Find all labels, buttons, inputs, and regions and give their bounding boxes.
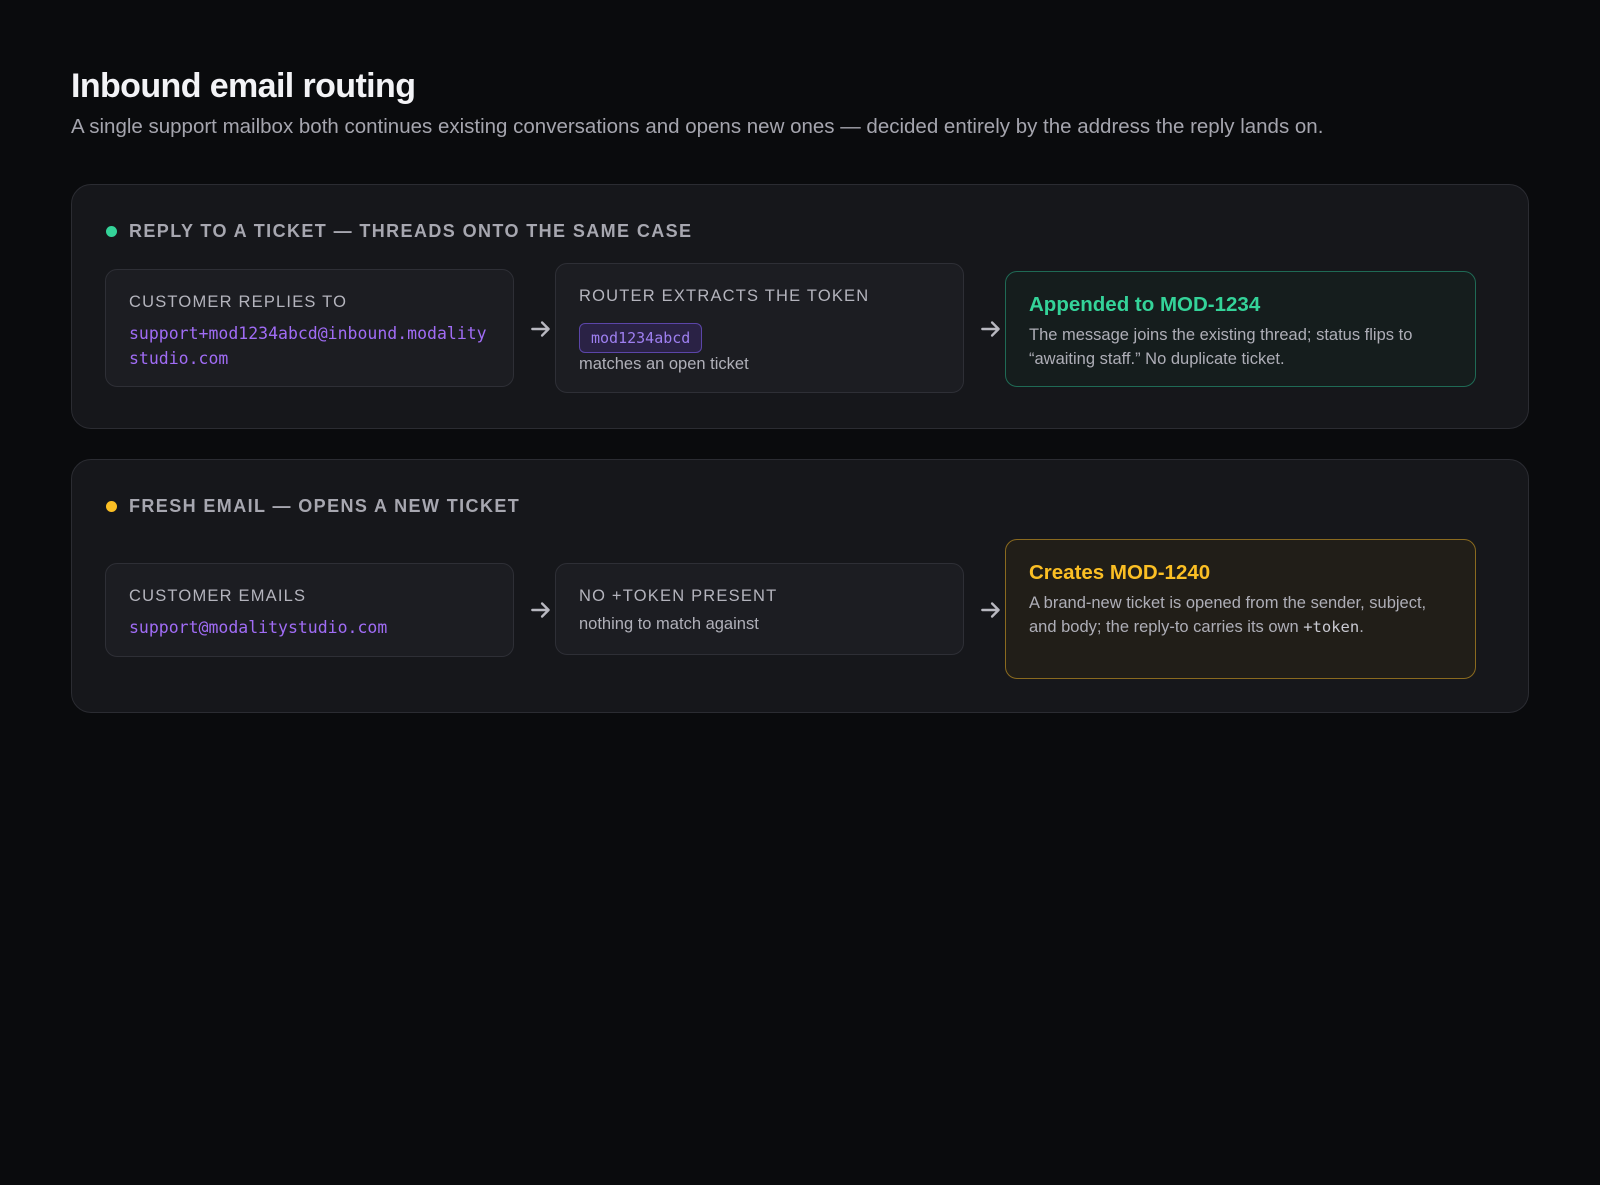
arrow-right-icon <box>981 602 1000 618</box>
result-title: Appended to MOD-1234 <box>1029 293 1261 316</box>
step-label: CUSTOMER REPLIES TO <box>129 293 348 311</box>
flow-panel-reply: REPLY TO A TICKET — THREADS ONTO THE SAM… <box>71 184 1529 429</box>
step-note: nothing to match against <box>579 615 759 633</box>
token-code: +token <box>1303 617 1360 636</box>
arrow-right-icon <box>531 321 550 337</box>
step-card-router: ROUTER EXTRACTS THE TOKEN mod1234abcd ma… <box>555 263 964 393</box>
arrow-right-icon <box>981 321 1000 337</box>
flow-header: FRESH EMAIL — OPENS A NEW TICKET <box>106 496 520 517</box>
result-title: Creates MOD-1240 <box>1029 561 1211 584</box>
result-description: The message joins the existing thread; s… <box>1029 326 1413 368</box>
result-description: A brand-new ticket is opened from the se… <box>1029 592 1452 639</box>
status-dot-icon <box>106 226 117 237</box>
page-subtitle: A single support mailbox both continues … <box>71 115 1324 138</box>
status-dot-icon <box>106 501 117 512</box>
step-note: matches an open ticket <box>579 355 749 373</box>
result-card-created: Creates MOD-1240 A brand-new ticket is o… <box>1005 539 1476 679</box>
flow-panel-fresh: FRESH EMAIL — OPENS A NEW TICKET CUSTOME… <box>71 459 1529 713</box>
step-card-router: NO +TOKEN PRESENT nothing to match again… <box>555 563 964 655</box>
email-address: support@modalitystudio.com <box>129 618 388 637</box>
token-chip: mod1234abcd <box>579 323 703 353</box>
step-card-recipient: CUSTOMER EMAILS support@modalitystudio.c… <box>105 563 514 657</box>
flow-title: FRESH EMAIL — OPENS A NEW TICKET <box>129 496 521 516</box>
step-card-recipient: CUSTOMER REPLIES TO support+mod1234abcd@… <box>105 269 514 387</box>
flow-title: REPLY TO A TICKET — THREADS ONTO THE SAM… <box>129 221 693 241</box>
result-card-appended: Appended to MOD-1234 The message joins t… <box>1005 271 1476 387</box>
page-title: Inbound email routing <box>71 67 416 105</box>
arrow-right-icon <box>531 602 550 618</box>
step-label: NO +TOKEN PRESENT <box>579 587 778 605</box>
step-label: CUSTOMER EMAILS <box>129 587 307 605</box>
step-label: ROUTER EXTRACTS THE TOKEN <box>579 287 870 305</box>
description-end: . <box>1359 617 1364 636</box>
description-text: A brand-new ticket is opened from the se… <box>1029 594 1427 636</box>
page: Inbound email routing A single support m… <box>71 66 1529 713</box>
email-address: support+mod1234abcd@inbound.modalitystud… <box>129 324 487 368</box>
flow-header: REPLY TO A TICKET — THREADS ONTO THE SAM… <box>106 221 692 242</box>
